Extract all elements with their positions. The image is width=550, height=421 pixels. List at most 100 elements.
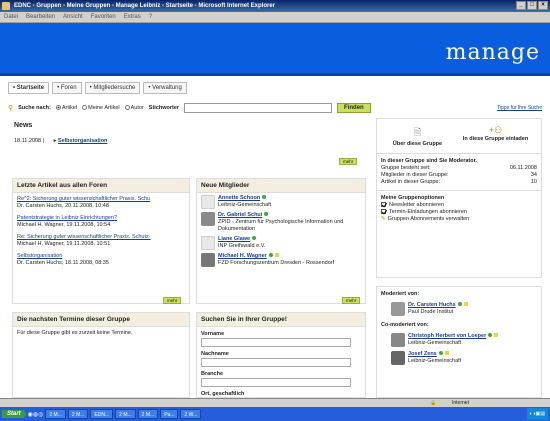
search-tips-link[interactable]: Tipps für Ihre Suche bbox=[497, 105, 542, 111]
status-bar: 🔒 Internet bbox=[0, 398, 550, 407]
system-tray[interactable]: ◐◑▣▤ bbox=[526, 408, 548, 420]
minimize-button[interactable]: _ bbox=[516, 1, 526, 10]
list-item: Michael H. Wagner FZD Forschungszentrum D… bbox=[201, 253, 361, 267]
option-invites[interactable]: Termin-Einladungen abonnieren bbox=[381, 209, 537, 216]
members-more-button[interactable]: mehr bbox=[342, 297, 361, 304]
search-label: Suche nach: bbox=[18, 105, 51, 111]
taskbar-item[interactable]: 2 M... bbox=[67, 409, 89, 419]
invite-action[interactable]: +⚇ In diese Gruppe einladen bbox=[461, 125, 531, 147]
taskbar-item[interactable]: 2 M... bbox=[45, 409, 66, 419]
message-icon[interactable] bbox=[274, 253, 279, 257]
firstname-input[interactable] bbox=[201, 338, 351, 347]
lastname-input[interactable] bbox=[201, 358, 351, 367]
option-label: Newsletter abonnieren bbox=[389, 202, 445, 208]
comoderator-name-link[interactable]: Christoph Herbert von Loeper bbox=[408, 333, 486, 339]
news-date: 18.11.2008 | bbox=[14, 138, 45, 144]
article-link[interactable]: Selbstorganisation bbox=[17, 253, 185, 260]
moderator-status: In dieser Gruppe sind Sie Moderator. bbox=[381, 158, 477, 164]
menu-file[interactable]: Datei bbox=[4, 12, 18, 22]
message-icon[interactable] bbox=[494, 333, 499, 337]
new-members-box: Neue Mitglieder Annette Schoon Leibniz-Ge… bbox=[196, 178, 366, 304]
online-status-icon bbox=[252, 236, 257, 240]
news-item: 18.11.2008 | ▸ Selbstorganisation bbox=[14, 138, 108, 144]
message-icon[interactable] bbox=[444, 351, 449, 355]
dates-title: Die nachsten Termine dieser Gruppe bbox=[13, 313, 189, 327]
stat-value: 06.11.2008 bbox=[509, 165, 537, 171]
radio-my-articles-label: Meine Artikel bbox=[88, 105, 120, 111]
menu-tools[interactable]: Extras bbox=[124, 12, 141, 22]
menu-edit[interactable]: Bearbeiten bbox=[26, 12, 55, 22]
list-item: Dr. Gabriel Schui ZPID - Zentrum für Psyc… bbox=[201, 212, 361, 233]
menu-favorites[interactable]: Favoriten bbox=[91, 12, 116, 22]
start-button[interactable]: Start bbox=[2, 410, 26, 418]
moderator-name-link[interactable]: Dr. Carsten Huchs bbox=[408, 302, 456, 308]
news-section: News 18.11.2008 | ▸ Selbstorganisation m… bbox=[14, 122, 366, 168]
taskbar-item[interactable]: 2 M... bbox=[137, 409, 159, 419]
firstname-label: Vorname bbox=[201, 331, 225, 337]
taskbar-item[interactable]: 2 W... bbox=[180, 409, 202, 419]
taskbar-item[interactable]: EDN... bbox=[90, 409, 114, 419]
radio-articles[interactable] bbox=[55, 105, 61, 111]
group-options-title: Meine Gruppenoptionen bbox=[381, 195, 445, 201]
article-meta: Michael H. Wagner, 19.11.2008, 10:51 bbox=[17, 241, 111, 247]
pencil-icon: ✎ bbox=[381, 216, 386, 222]
taskbar-item[interactable]: 2 M... bbox=[115, 409, 136, 419]
radio-author[interactable] bbox=[124, 105, 130, 111]
ie-icon bbox=[2, 2, 10, 10]
option-manage[interactable]: ✎ Gruppen Abonnements verwalten bbox=[381, 216, 537, 223]
member-name-link[interactable]: Dr. Gabriel Schui bbox=[218, 212, 262, 218]
invite-people-icon: +⚇ bbox=[488, 125, 503, 135]
logo[interactable]: manage bbox=[446, 40, 540, 65]
dates-box: Die nachsten Termine dieser Gruppe Für d… bbox=[12, 312, 190, 398]
menu-help[interactable]: ? bbox=[149, 12, 152, 22]
taskbar-item[interactable]: Pa... bbox=[160, 409, 179, 419]
maximize-button[interactable]: □ bbox=[527, 1, 537, 10]
member-name-link[interactable]: Liane Glawe bbox=[218, 236, 250, 242]
articles-more-button[interactable]: mehr bbox=[163, 297, 182, 304]
tab-verwaltung[interactable]: • Verwaltung bbox=[143, 82, 187, 94]
taskbar: Start ◉◍◎ 2 M... 2 M... EDN... 2 M... 2 … bbox=[0, 407, 550, 421]
moderator-title: Moderiert von: bbox=[381, 291, 420, 297]
option-newsletter[interactable]: Newsletter abonnieren bbox=[381, 202, 537, 209]
tab-foren[interactable]: • Foren bbox=[52, 82, 82, 94]
list-item: Annette Schoon Leibniz-Gemeinschaft bbox=[201, 195, 361, 209]
comoderator-name-link[interactable]: Josef Zens bbox=[408, 351, 437, 357]
stat-row: Mitglieder in dieser Gruppe: 34 bbox=[381, 172, 537, 179]
newsletter-checkbox[interactable] bbox=[381, 202, 386, 208]
menu-view[interactable]: Ansicht bbox=[63, 12, 83, 22]
stat-value: 34 bbox=[530, 172, 537, 178]
member-name-link[interactable]: Annette Schoon bbox=[218, 195, 260, 201]
menu-bar: Datei Bearbeiten Ansicht Favoriten Extra… bbox=[0, 12, 550, 23]
invite-label: In diese Gruppe einladen bbox=[462, 136, 529, 142]
about-group-action[interactable]: 🗎 Über diese Gruppe bbox=[388, 125, 448, 147]
close-button[interactable]: × bbox=[538, 1, 548, 10]
news-more-button[interactable]: mehr bbox=[339, 158, 358, 165]
invites-checkbox[interactable] bbox=[381, 209, 386, 215]
member-org: FZD Forschungszentrum Dresden - Rossendo… bbox=[218, 260, 335, 266]
news-item-link[interactable]: Selbstorganisation bbox=[58, 138, 108, 144]
list-item: Liane Glawe INP Greifswald e.V. bbox=[201, 236, 361, 250]
article-link[interactable]: Patentstrategie in Leibniz Einrichtungen… bbox=[17, 215, 185, 222]
option-label: Termin-Einladungen abonnieren bbox=[389, 209, 467, 215]
radio-my-articles[interactable] bbox=[82, 105, 88, 111]
message-icon[interactable] bbox=[463, 302, 468, 306]
avatar bbox=[201, 195, 215, 209]
member-org: INP Greifswald e.V. bbox=[218, 243, 266, 249]
window-titlebar: EDNC - Gruppen - Meine Gruppen - Manage … bbox=[0, 0, 550, 12]
find-button[interactable]: Finden bbox=[337, 103, 371, 113]
tab-mitgliedersuche[interactable]: • Mitgliedersuche bbox=[84, 82, 141, 94]
list-item: Selbstorganisation Dr. Carsten Huchs, 18.… bbox=[17, 253, 185, 267]
keyword-input[interactable] bbox=[184, 103, 333, 113]
document-icon: 🗎 bbox=[413, 127, 422, 137]
tab-startseite[interactable]: • Startseite bbox=[8, 82, 50, 94]
article-link[interactable]: Re: Sicherung guter wissenschaftlicher P… bbox=[17, 234, 185, 241]
branch-input[interactable] bbox=[201, 378, 351, 387]
article-link[interactable]: Re^2: Sicherung guter wissenschaftlicher… bbox=[17, 196, 185, 203]
latest-articles-box: Letzte Artikel aus allen Foren Re^2: Sic… bbox=[12, 178, 190, 304]
member-name-link[interactable]: Michael H. Wagner bbox=[218, 253, 267, 259]
quicklaunch-icon[interactable]: ◉◍◎ bbox=[28, 411, 44, 418]
article-meta: Dr. Carsten Huchs, 20.11.2008, 10:48 bbox=[17, 203, 109, 209]
window-controls: _ □ × bbox=[516, 1, 548, 10]
stat-label: Artikel in dieser Gruppe: bbox=[381, 179, 440, 185]
stat-value: 10 bbox=[530, 179, 537, 185]
